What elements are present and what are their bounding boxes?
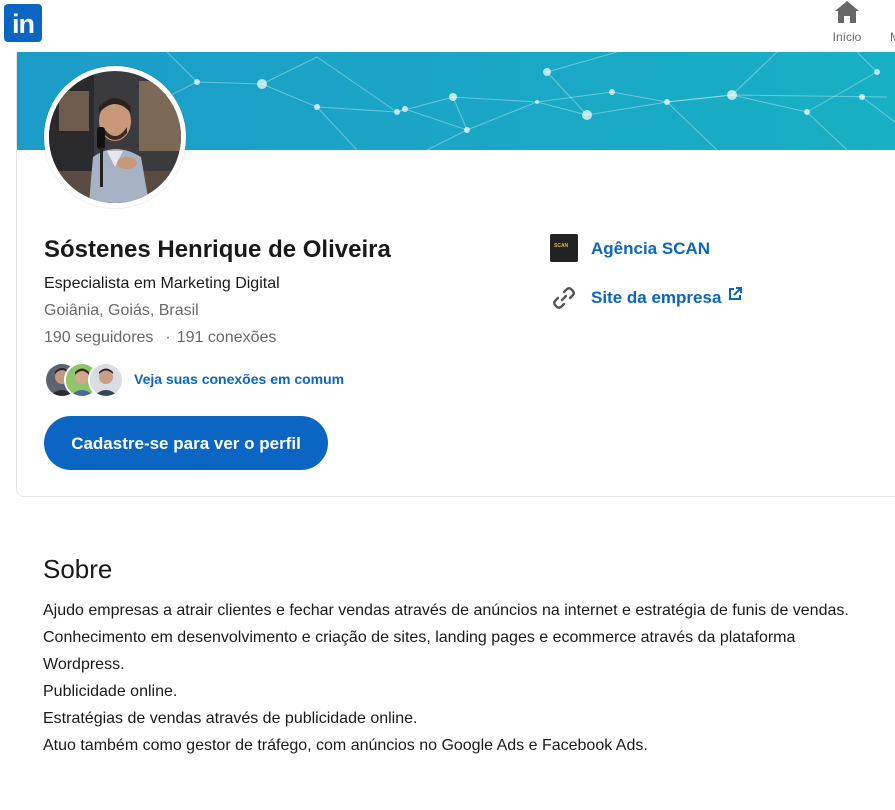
about-line: Conhecimento em desenvolvimento e criaçã… xyxy=(43,629,796,673)
about-body: Ajudo empresas a atrair clientes e fecha… xyxy=(43,597,873,759)
linkedin-logo-text: in xyxy=(12,9,35,39)
connections-count: 191 conexões xyxy=(176,329,277,346)
profile-location: Goiânia, Goiás, Brasil xyxy=(44,302,199,319)
followers-count: 190 seguidores xyxy=(44,329,154,346)
about-title: Sobre xyxy=(43,554,113,584)
linkedin-logo[interactable]: in xyxy=(4,4,42,42)
about-line: Ajudo empresas a atrair clientes e fecha… xyxy=(43,602,849,619)
profile-name: Sóstenes Henrique de Oliveira xyxy=(44,236,391,263)
nav-home[interactable]: Início xyxy=(826,0,868,52)
home-icon xyxy=(835,1,859,23)
top-nav: in Início M xyxy=(0,0,895,52)
mutual-connections-link[interactable]: Veja suas conexões em comum xyxy=(134,371,344,387)
about-line: Atuo também como gestor de tráfego, com … xyxy=(43,737,648,754)
profile-avatar[interactable] xyxy=(44,66,186,208)
nav-item-cut[interactable]: M xyxy=(886,0,895,52)
stats-separator: · xyxy=(165,329,171,346)
company-site-label[interactable]: Site da empresa xyxy=(591,288,721,308)
profile-stats: 190 seguidores · 191 conexões xyxy=(44,329,276,347)
company-logo-text: SCAN xyxy=(554,243,569,249)
link-icon xyxy=(553,287,575,309)
nav-home-label: Início xyxy=(832,30,862,44)
about-line: Estratégias de vendas através de publici… xyxy=(43,710,418,727)
nav-cut-label: M xyxy=(890,30,895,44)
external-link-icon xyxy=(729,287,742,300)
about-line: Publicidade online. xyxy=(43,683,178,700)
company-name[interactable]: Agência SCAN xyxy=(591,239,710,259)
mutual-avatar xyxy=(88,362,124,398)
profile-headline: Especialista em Marketing Digital xyxy=(44,275,280,292)
signup-view-profile-button[interactable]: Cadastre-se para ver o perfil xyxy=(44,416,328,470)
company-logo: SCAN xyxy=(550,234,578,262)
